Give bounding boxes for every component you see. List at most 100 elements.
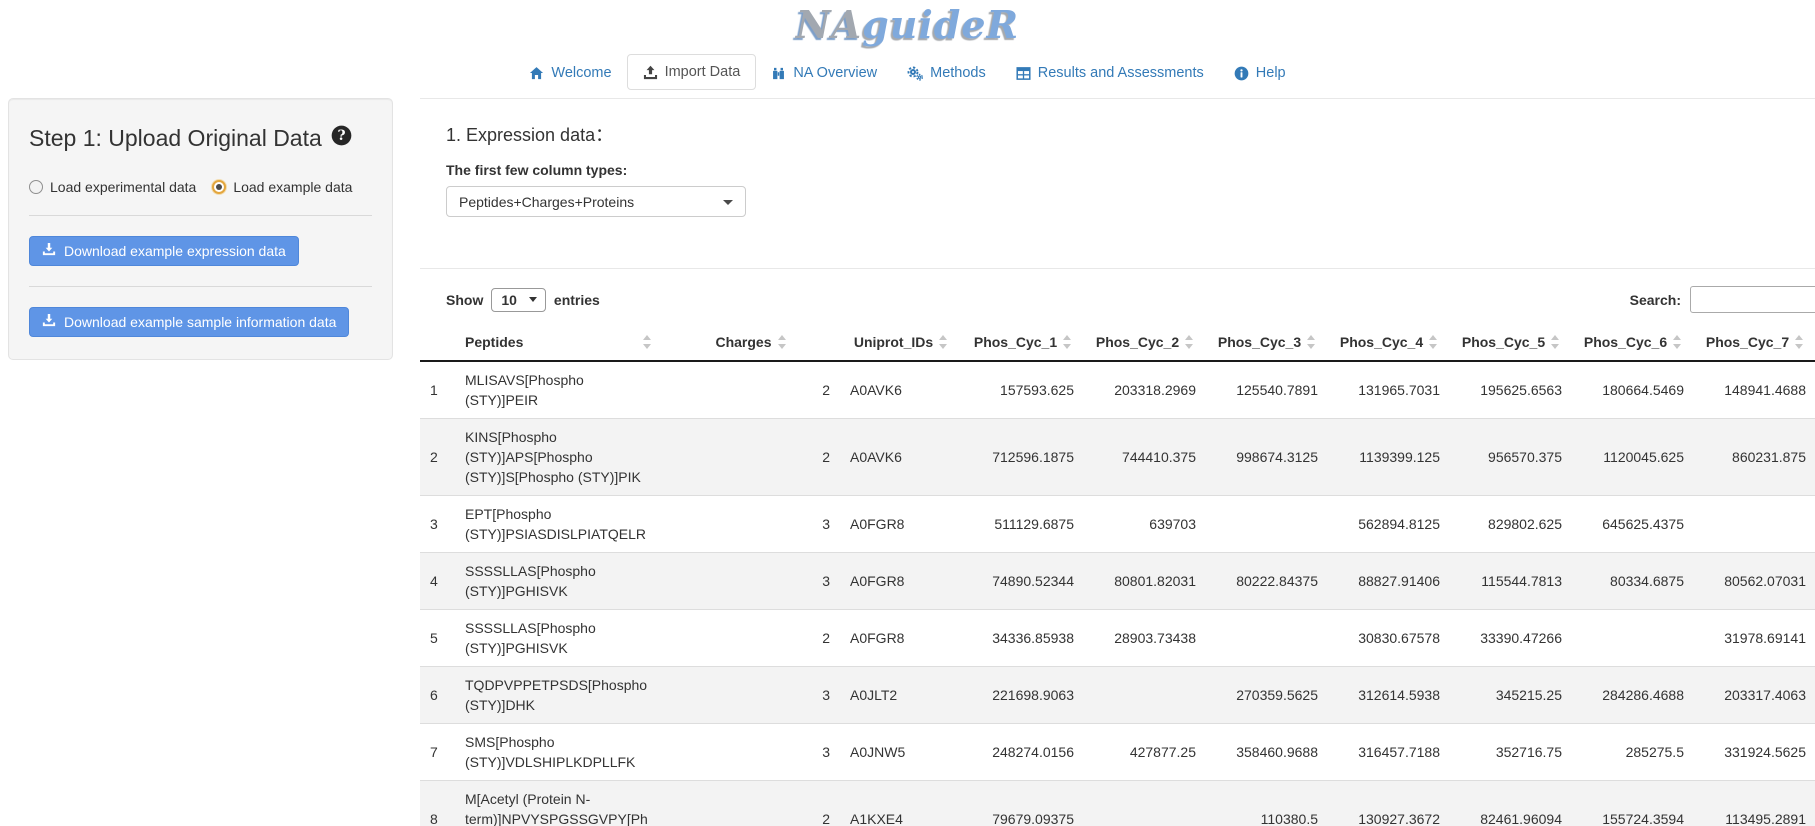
page-length-value: 10 (501, 292, 517, 308)
radio-label: Load experimental data (50, 179, 196, 195)
data-source-radios: Load experimental data Load example data (29, 179, 372, 195)
col-header-index[interactable] (420, 324, 455, 361)
cell-peptide: KINS[Phospho (STY)]APS[Phospho (STY)]S[P… (455, 419, 662, 496)
tab-help[interactable]: Help (1219, 56, 1301, 90)
radio-load-experimental[interactable]: Load experimental data (29, 179, 196, 195)
cell-phos-cyc-1: 511129.6875 (962, 496, 1084, 553)
chevron-down-icon (529, 297, 537, 302)
cell-phos-cyc-5: 82461.96094 (1450, 781, 1572, 826)
col-header-phos-cyc-6[interactable]: Phos_Cyc_6 (1572, 324, 1694, 361)
sort-icon[interactable] (1185, 334, 1194, 350)
col-header-uniprot-ids[interactable]: Uniprot_IDs (840, 324, 962, 361)
cell-phos-cyc-4: 316457.7188 (1328, 724, 1450, 781)
sort-icon[interactable] (1551, 334, 1560, 350)
cell-charge: 2 (662, 419, 840, 496)
cell-phos-cyc-5: 115544.7813 (1450, 553, 1572, 610)
entries-label: entries (554, 292, 600, 308)
table-header-row: Peptides Charges Uniprot_IDs Phos_Cyc_1 … (420, 324, 1815, 361)
divider (29, 215, 372, 216)
cell-phos-cyc-6 (1572, 610, 1694, 667)
table-row[interactable]: 5 SSSSLLAS[Phospho (STY)]PGHISVK 2 A0FGR… (420, 610, 1815, 667)
cell-phos-cyc-7: 113495.2891 (1694, 781, 1815, 826)
cell-phos-cyc-6: 180664.5469 (1572, 361, 1694, 419)
divider (29, 286, 372, 287)
radio-icon[interactable] (29, 180, 43, 194)
tab-label: Methods (930, 65, 986, 81)
table-row[interactable]: 4 SSSSLLAS[Phospho (STY)]PGHISVK 3 A0FGR… (420, 553, 1815, 610)
cell-uniprot-id: A0AVK6 (840, 361, 962, 419)
cell-phos-cyc-1: 712596.1875 (962, 419, 1084, 496)
cell-phos-cyc-1: 157593.625 (962, 361, 1084, 419)
cell-phos-cyc-1: 248274.0156 (962, 724, 1084, 781)
table-row[interactable]: 3 EPT[Phospho (STY)]PSIASDISLPIATQELR 3 … (420, 496, 1815, 553)
radio-icon-selected[interactable] (212, 180, 226, 194)
cell-row-index: 2 (420, 419, 455, 496)
cell-uniprot-id: A0FGR8 (840, 553, 962, 610)
sort-icon[interactable] (1795, 334, 1804, 350)
cell-peptide: M[Acetyl (Protein N-term)]NPVYSPGSSGVPY[… (455, 781, 662, 826)
col-header-phos-cyc-7[interactable]: Phos_Cyc_7 (1694, 324, 1815, 361)
cell-phos-cyc-5: 829802.625 (1450, 496, 1572, 553)
column-types-selected-value: Peptides+Charges+Proteins (459, 194, 634, 210)
tab-label: NA Overview (793, 65, 877, 81)
col-header-phos-cyc-1[interactable]: Phos_Cyc_1 (962, 324, 1084, 361)
cell-peptide: EPT[Phospho (STY)]PSIASDISLPIATQELR (455, 496, 662, 553)
tab-import-data[interactable]: Import Data (627, 54, 757, 90)
radio-load-example[interactable]: Load example data (212, 179, 352, 195)
table-body: 1 MLISAVS[Phospho (STY)]PEIR 2 A0AVK6 15… (420, 361, 1815, 826)
tab-na-overview[interactable]: NA Overview (756, 56, 892, 90)
sort-icon[interactable] (1429, 334, 1438, 350)
cell-uniprot-id: A0FGR8 (840, 496, 962, 553)
cell-phos-cyc-2: 203318.2969 (1084, 361, 1206, 419)
download-expression-button[interactable]: Download example expression data (29, 236, 299, 266)
cell-charge: 3 (662, 667, 840, 724)
page-length-select[interactable]: 10 (491, 288, 546, 312)
sort-icon[interactable] (778, 334, 787, 350)
table-row[interactable]: 1 MLISAVS[Phospho (STY)]PEIR 2 A0AVK6 15… (420, 361, 1815, 419)
col-header-phos-cyc-5[interactable]: Phos_Cyc_5 (1450, 324, 1572, 361)
tab-label: Results and Assessments (1038, 65, 1204, 81)
cell-phos-cyc-2: 80801.82031 (1084, 553, 1206, 610)
table-row[interactable]: 6 TQDPVPPETPSDS[Phospho (STY)]DHK 3 A0JL… (420, 667, 1815, 724)
main-content: 1. Expression data： The first few column… (420, 98, 1815, 826)
app-logo: NAguideR (0, 0, 1815, 50)
sort-icon[interactable] (1673, 334, 1682, 350)
panel-title-text: Step 1: Upload Original Data (29, 125, 322, 152)
download-sample-info-button[interactable]: Download example sample information data (29, 307, 349, 337)
cell-phos-cyc-7: 31978.69141 (1694, 610, 1815, 667)
col-header-charges[interactable]: Charges (662, 324, 840, 361)
col-header-peptides[interactable]: Peptides (455, 324, 662, 361)
cell-phos-cyc-3: 270359.5625 (1206, 667, 1328, 724)
column-types-select[interactable]: Peptides+Charges+Proteins (446, 186, 746, 217)
tab-methods[interactable]: Methods (892, 56, 1001, 90)
sort-icon[interactable] (643, 334, 652, 350)
table-row[interactable]: 2 KINS[Phospho (STY)]APS[Phospho (STY)]S… (420, 419, 1815, 496)
cell-charge: 2 (662, 361, 840, 419)
cell-uniprot-id: A1KXE4 (840, 781, 962, 826)
cell-phos-cyc-2: 427877.25 (1084, 724, 1206, 781)
cell-phos-cyc-2: 639703 (1084, 496, 1206, 553)
col-header-phos-cyc-2[interactable]: Phos_Cyc_2 (1084, 324, 1206, 361)
col-header-phos-cyc-4[interactable]: Phos_Cyc_4 (1328, 324, 1450, 361)
tab-results-assessments[interactable]: Results and Assessments (1001, 56, 1219, 90)
cell-charge: 2 (662, 781, 840, 826)
upload-panel: Step 1: Upload Original Data ? Load expe… (8, 98, 393, 360)
sort-icon[interactable] (1307, 334, 1316, 350)
table-row[interactable]: 7 SMS[Phospho (STY)]VDLSHIPLKDPLLFK 3 A0… (420, 724, 1815, 781)
cell-peptide: MLISAVS[Phospho (STY)]PEIR (455, 361, 662, 419)
cell-phos-cyc-1: 79679.09375 (962, 781, 1084, 826)
cell-phos-cyc-7: 860231.875 (1694, 419, 1815, 496)
sort-icon[interactable] (1063, 334, 1072, 350)
cell-phos-cyc-4: 30830.67578 (1328, 610, 1450, 667)
tab-welcome[interactable]: Welcome (514, 56, 626, 90)
search-input[interactable] (1690, 286, 1815, 313)
question-circle-icon[interactable]: ? (331, 125, 352, 152)
cell-phos-cyc-7: 203317.4063 (1694, 667, 1815, 724)
button-label: Download example expression data (64, 242, 286, 260)
section-heading: 1. Expression data： (446, 121, 1815, 147)
app-logo-na: NA (796, 2, 862, 47)
cell-phos-cyc-4: 1139399.125 (1328, 419, 1450, 496)
sort-icon[interactable] (939, 334, 948, 350)
col-header-phos-cyc-3[interactable]: Phos_Cyc_3 (1206, 324, 1328, 361)
table-row[interactable]: 8 M[Acetyl (Protein N-term)]NPVYSPGSSGVP… (420, 781, 1815, 826)
